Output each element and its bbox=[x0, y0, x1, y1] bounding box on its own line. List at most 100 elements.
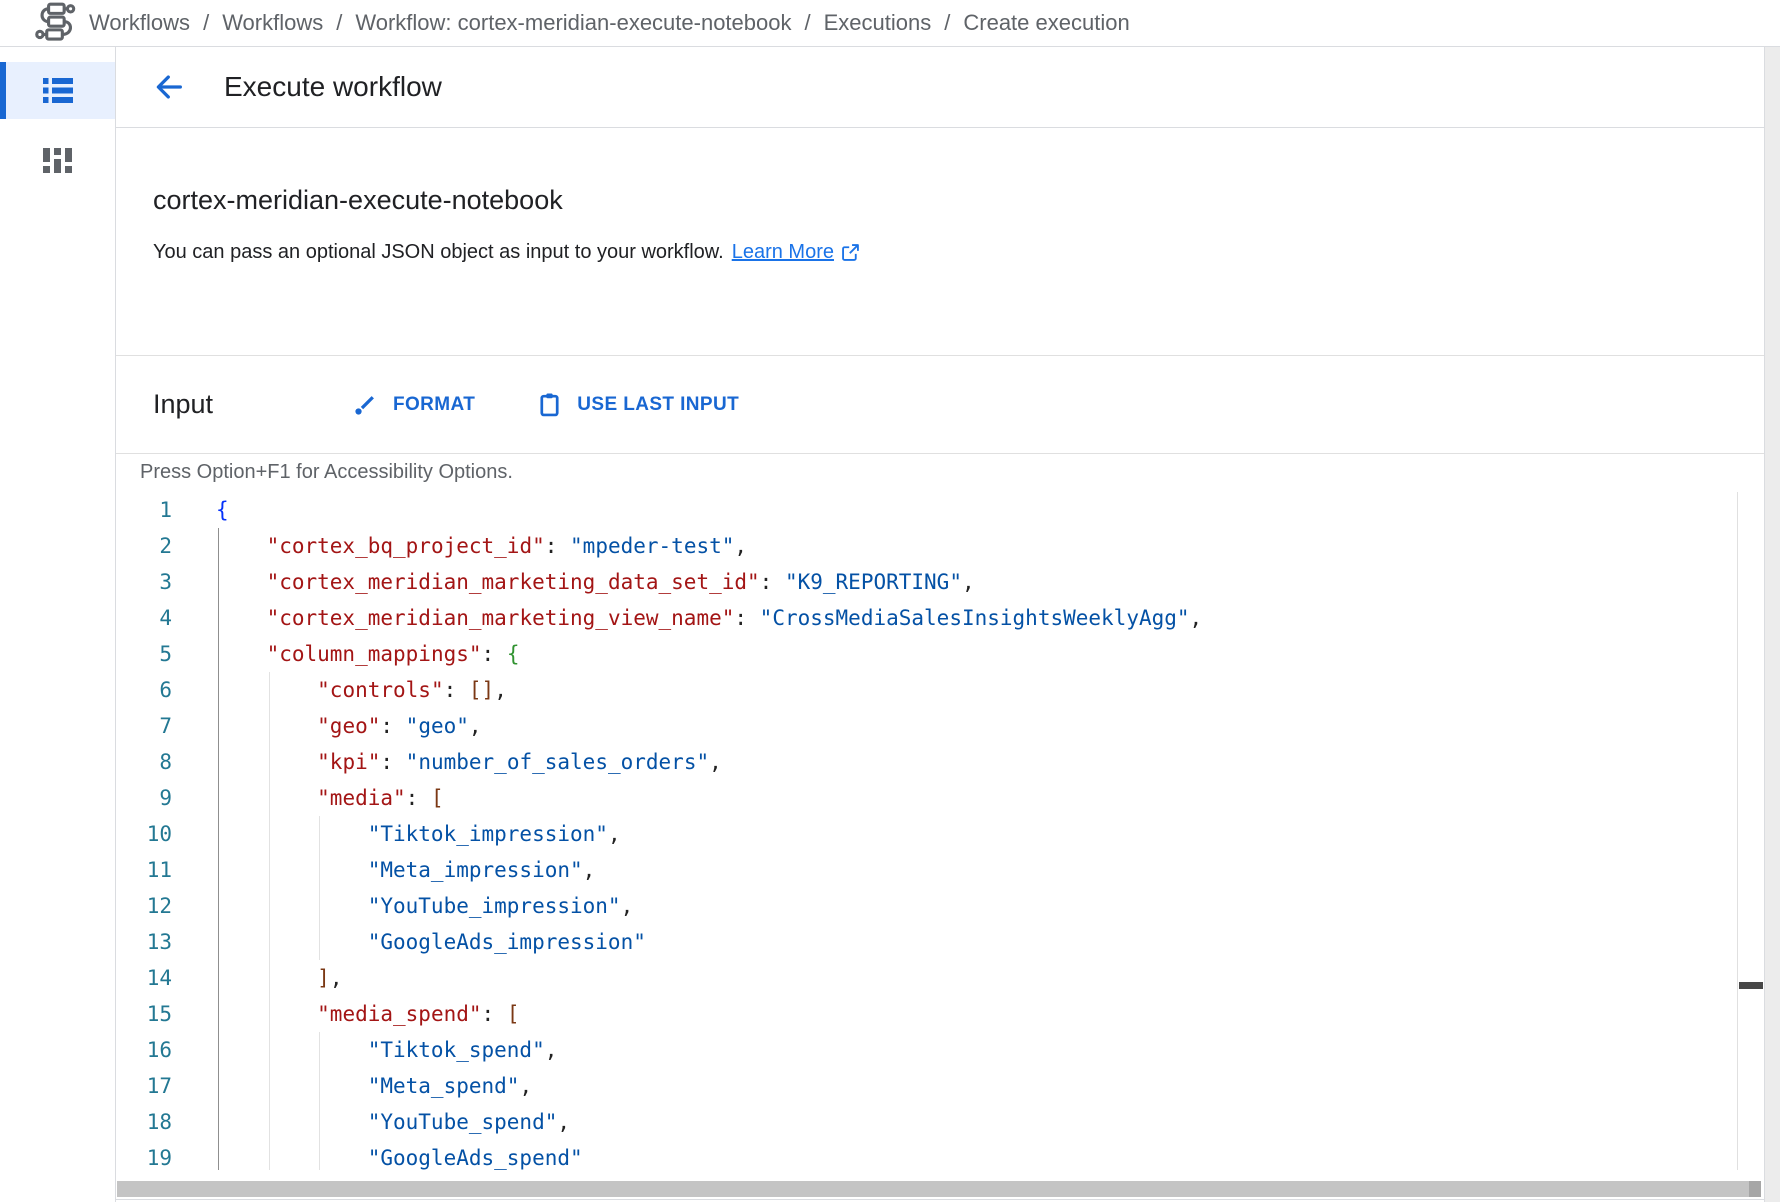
input-section-title: Input bbox=[153, 389, 263, 420]
indent-guide bbox=[319, 1032, 320, 1068]
list-icon bbox=[43, 77, 73, 104]
columns-icon bbox=[43, 148, 72, 174]
line-number: 7 bbox=[116, 708, 172, 744]
accessibility-hint: Press Option+F1 for Accessibility Option… bbox=[116, 454, 1764, 492]
indent-guide bbox=[269, 1032, 270, 1068]
use-last-input-button[interactable]: USE LAST INPUT bbox=[537, 392, 739, 417]
indent-guide bbox=[269, 888, 270, 924]
sidebar-item-executions[interactable] bbox=[0, 62, 115, 119]
line-number: 4 bbox=[116, 600, 172, 636]
code-line: 10 "Tiktok_impression", bbox=[116, 816, 1764, 852]
indent-guide bbox=[218, 960, 219, 996]
code-line: 9 "media": [ bbox=[116, 780, 1764, 816]
top-bar: Workflows / Workflows / Workflow: cortex-mer… bbox=[0, 0, 1780, 47]
execute-workflow-header: Execute workflow bbox=[116, 47, 1764, 128]
format-button[interactable]: FORMAT bbox=[353, 392, 475, 417]
indent-guide bbox=[269, 924, 270, 960]
indent-guide bbox=[269, 960, 270, 996]
page-title: Execute workflow bbox=[224, 71, 442, 103]
breadcrumb-item[interactable]: Create execution bbox=[963, 10, 1129, 36]
workflow-description: You can pass an optional JSON object as … bbox=[153, 241, 1764, 264]
indent-guide bbox=[218, 852, 219, 888]
line-number: 17 bbox=[116, 1068, 172, 1104]
clipboard-icon bbox=[537, 392, 562, 417]
indent-guide bbox=[218, 816, 219, 852]
indent-guide bbox=[269, 780, 270, 816]
sidebar-item-source[interactable] bbox=[0, 132, 115, 189]
code-lines: 1{2 "cortex_bq_project_id": "mpeder-test… bbox=[116, 492, 1764, 1170]
indent-guide bbox=[319, 1104, 320, 1140]
scrollbar-end-cap bbox=[1749, 1181, 1761, 1197]
line-number: 18 bbox=[116, 1104, 172, 1140]
line-number: 2 bbox=[116, 528, 172, 564]
line-number: 11 bbox=[116, 852, 172, 888]
code-line: 12 "YouTube_impression", bbox=[116, 888, 1764, 924]
code-line: 14 ], bbox=[116, 960, 1764, 996]
open-in-new-icon bbox=[840, 242, 861, 263]
line-number: 5 bbox=[116, 636, 172, 672]
indent-guide bbox=[319, 1140, 320, 1170]
learn-more-label: Learn More bbox=[732, 241, 834, 264]
breadcrumb-separator: / bbox=[805, 10, 811, 36]
indent-guide bbox=[218, 924, 219, 960]
code-line: 19 "GoogleAds_spend" bbox=[116, 1140, 1764, 1170]
indent-guide bbox=[269, 1068, 270, 1104]
breadcrumb-separator: / bbox=[336, 10, 342, 36]
code-line: 6 "controls": [], bbox=[116, 672, 1764, 708]
breadcrumb-separator: / bbox=[203, 10, 209, 36]
indent-guide bbox=[218, 636, 219, 672]
indent-guide bbox=[269, 996, 270, 1032]
breadcrumb-item[interactable]: Executions bbox=[824, 10, 932, 36]
breadcrumb-item[interactable]: Workflows bbox=[222, 10, 323, 36]
indent-guide bbox=[269, 672, 270, 708]
back-arrow-button[interactable] bbox=[152, 70, 186, 104]
json-input-editor[interactable]: Press Option+F1 for Accessibility Option… bbox=[116, 453, 1764, 1170]
indent-guide bbox=[218, 1104, 219, 1140]
indent-guide bbox=[218, 708, 219, 744]
indent-guide bbox=[269, 708, 270, 744]
indent-guide bbox=[319, 924, 320, 960]
indent-guide bbox=[218, 600, 219, 636]
line-number: 8 bbox=[116, 744, 172, 780]
breadcrumb-item[interactable]: Workflows bbox=[89, 10, 190, 36]
line-number: 12 bbox=[116, 888, 172, 924]
page-scrollbar[interactable] bbox=[1765, 47, 1780, 1202]
indent-guide bbox=[218, 780, 219, 816]
horizontal-scrollbar bbox=[116, 1170, 1764, 1199]
code-line: 7 "geo": "geo", bbox=[116, 708, 1764, 744]
indent-guide bbox=[218, 564, 219, 600]
code-line: 11 "Meta_impression", bbox=[116, 852, 1764, 888]
breadcrumb-separator: / bbox=[944, 10, 950, 36]
code-line: 8 "kpi": "number_of_sales_orders", bbox=[116, 744, 1764, 780]
indent-guide bbox=[319, 852, 320, 888]
horizontal-scrollbar-thumb[interactable] bbox=[117, 1181, 1761, 1197]
line-number: 14 bbox=[116, 960, 172, 996]
workflow-intro: cortex-meridian-execute-notebook You can… bbox=[116, 128, 1764, 356]
breadcrumb: Workflows / Workflows / Workflow: cortex-mer… bbox=[89, 10, 1130, 36]
indent-guide bbox=[269, 816, 270, 852]
main-panel: Execute workflow cortex-meridian-execute… bbox=[116, 47, 1765, 1202]
line-number: 9 bbox=[116, 780, 172, 816]
indent-guide bbox=[319, 888, 320, 924]
code-line: 5 "column_mappings": { bbox=[116, 636, 1764, 672]
use-last-input-label: USE LAST INPUT bbox=[577, 394, 739, 416]
indent-guide bbox=[218, 1068, 219, 1104]
brush-icon bbox=[353, 392, 378, 417]
code-line: 4 "cortex_meridian_marketing_view_name":… bbox=[116, 600, 1764, 636]
indent-guide bbox=[218, 1140, 219, 1170]
indent-guide bbox=[218, 1032, 219, 1068]
line-number: 1 bbox=[116, 492, 172, 528]
editor-scrollbar-track bbox=[1737, 492, 1738, 1170]
editor-scrollbar-thumb[interactable] bbox=[1739, 982, 1763, 989]
left-sidebar bbox=[0, 47, 116, 1202]
workflow-name: cortex-meridian-execute-notebook bbox=[153, 185, 1764, 216]
breadcrumb-item[interactable]: Workflow: cortex-meridian-execute-notebo… bbox=[355, 10, 791, 36]
indent-guide bbox=[218, 888, 219, 924]
indent-guide bbox=[269, 744, 270, 780]
input-actions: FORMAT USE LAST INPUT bbox=[353, 392, 739, 417]
code-line: 18 "YouTube_spend", bbox=[116, 1104, 1764, 1140]
indent-guide bbox=[218, 528, 219, 564]
line-number: 10 bbox=[116, 816, 172, 852]
learn-more-link[interactable]: Learn More bbox=[732, 241, 861, 264]
line-number: 3 bbox=[116, 564, 172, 600]
